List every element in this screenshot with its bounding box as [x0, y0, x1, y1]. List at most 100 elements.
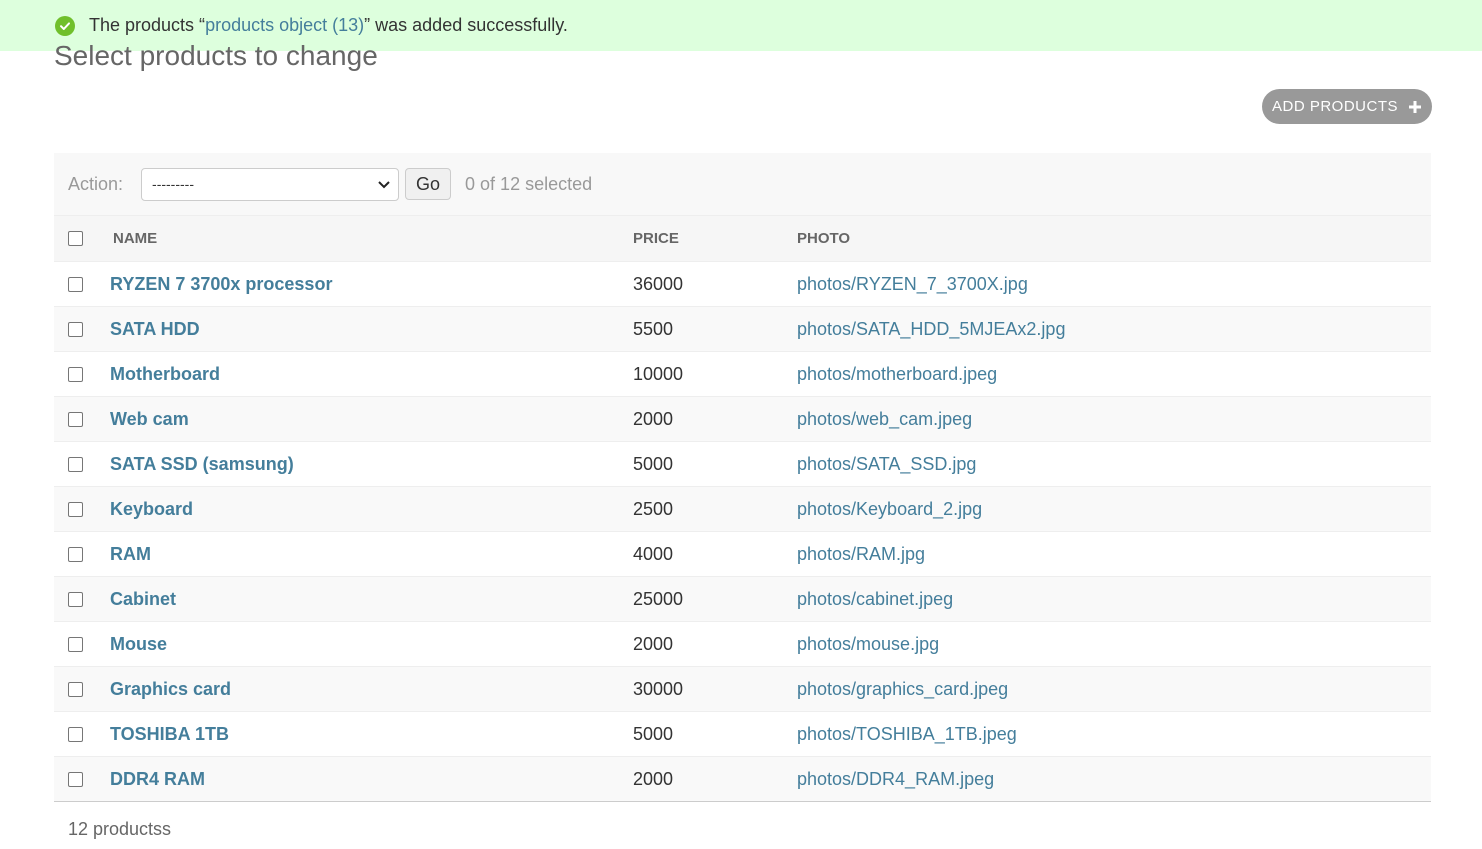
row-checkbox[interactable] — [68, 366, 83, 382]
product-photo-link[interactable]: photos/cabinet.jpeg — [797, 589, 953, 609]
product-photo-link[interactable]: photos/mouse.jpg — [797, 634, 939, 654]
table-row: RYZEN 7 3700x processor 36000 photos/RYZEN… — [54, 261, 1431, 307]
product-name-link[interactable]: Keyboard — [110, 499, 193, 519]
product-photo-link[interactable]: photos/TOSHIBA_1TB.jpeg — [797, 724, 1017, 744]
product-price: 2500 — [633, 498, 674, 519]
table-row: RAM 4000 photos/RAM.jpg — [54, 531, 1431, 577]
product-photo-link[interactable]: photos/web_cam.jpeg — [797, 409, 972, 429]
product-name-link[interactable]: Cabinet — [110, 589, 176, 609]
add-products-label: ADD PRODUCTS — [1271, 98, 1398, 115]
product-name-link[interactable]: Mouse — [110, 634, 167, 654]
product-photo-link[interactable]: photos/RAM.jpg — [797, 544, 925, 564]
product-price: 2000 — [633, 768, 674, 789]
row-checkbox[interactable] — [68, 501, 83, 517]
product-price: 10000 — [633, 363, 684, 384]
product-price: 4000 — [633, 543, 674, 564]
product-name-link[interactable]: Motherboard — [110, 364, 220, 384]
product-photo-link[interactable]: photos/SATA_SSD.jpg — [797, 454, 976, 474]
row-checkbox[interactable] — [68, 726, 83, 742]
table-header-row: NAME PRICE PHOTO — [54, 215, 1431, 262]
name-cell: Graphics card — [110, 666, 633, 712]
price-cell: 5500 — [633, 306, 797, 352]
row-checkbox[interactable] — [68, 456, 83, 472]
action-select[interactable]: --------- — [141, 167, 400, 201]
name-cell: Keyboard — [110, 486, 633, 532]
success-object-link[interactable]: products object (13) — [205, 15, 364, 36]
product-photo-link[interactable]: photos/RYZEN_7_3700X.jpg — [797, 274, 1028, 294]
product-photo-link[interactable]: photos/Keyboard_2.jpg — [797, 499, 982, 519]
photo-cell: photos/motherboard.jpeg — [797, 351, 1431, 397]
success-text-prefix: The products “ — [89, 15, 206, 35]
product-name-link[interactable]: Graphics card — [110, 679, 231, 699]
product-price: 2000 — [633, 408, 674, 429]
success-text-suffix: ” was added successfully. — [364, 15, 568, 35]
products-table: NAME PRICE PHOTO RYZEN 7 3700x processor… — [54, 215, 1431, 802]
row-select-cell — [54, 441, 110, 487]
price-cell: 2000 — [633, 621, 797, 667]
row-checkbox[interactable] — [68, 591, 83, 607]
table-row: SATA HDD 5500 photos/SATA_HDD_5MJEAx2.jpg — [54, 306, 1431, 352]
photo-cell: photos/TOSHIBA_1TB.jpeg — [797, 711, 1431, 757]
product-name-link[interactable]: RAM — [110, 544, 151, 564]
row-checkbox[interactable] — [68, 321, 83, 337]
table-row: TOSHIBA 1TB 5000 photos/TOSHIBA_1TB.jpeg — [54, 711, 1431, 757]
product-name-link[interactable]: SATA HDD — [110, 319, 200, 339]
product-photo-link[interactable]: photos/SATA_HDD_5MJEAx2.jpg — [797, 319, 1065, 339]
price-cell: 5000 — [633, 711, 797, 757]
product-price: 25000 — [633, 588, 684, 609]
page-title: Select products to change — [54, 40, 378, 71]
go-button[interactable]: Go — [405, 168, 452, 200]
action-label: Action: — [68, 173, 124, 194]
photo-cell: photos/web_cam.jpeg — [797, 396, 1431, 442]
name-cell: Motherboard — [110, 351, 633, 397]
row-select-cell — [54, 531, 110, 577]
photo-cell: photos/RYZEN_7_3700X.jpg — [797, 261, 1431, 307]
photo-cell: photos/mouse.jpg — [797, 621, 1431, 667]
photo-cell: photos/Keyboard_2.jpg — [797, 486, 1431, 532]
select-all-checkbox[interactable] — [68, 231, 83, 246]
product-photo-link[interactable]: photos/graphics_card.jpeg — [797, 679, 1008, 699]
row-checkbox[interactable] — [68, 681, 83, 697]
selection-counter: 0 of 12 selected — [465, 173, 593, 194]
price-cell: 10000 — [633, 351, 797, 397]
product-photo-link[interactable]: photos/DDR4_RAM.jpeg — [797, 769, 994, 789]
row-select-cell — [54, 756, 110, 802]
row-select-cell — [54, 666, 110, 712]
price-cell: 36000 — [633, 261, 797, 307]
row-select-cell — [54, 306, 110, 352]
row-select-cell — [54, 396, 110, 442]
product-name-link[interactable]: SATA SSD (samsung) — [110, 454, 294, 474]
row-checkbox[interactable] — [68, 411, 83, 427]
product-name-link[interactable]: RYZEN 7 3700x processor — [110, 274, 332, 294]
row-checkbox[interactable] — [68, 276, 83, 292]
product-name-link[interactable]: DDR4 RAM — [110, 769, 205, 789]
product-price: 30000 — [633, 678, 684, 699]
price-cell: 5000 — [633, 441, 797, 487]
column-header-price[interactable]: PRICE — [633, 215, 797, 262]
table-row: Graphics card 30000 photos/graphics_card.j… — [54, 666, 1431, 712]
product-photo-link[interactable]: photos/motherboard.jpeg — [797, 364, 997, 384]
row-checkbox[interactable] — [68, 636, 83, 652]
name-cell: SATA SSD (samsung) — [110, 441, 633, 487]
add-products-button[interactable]: ADD PRODUCTS — [1262, 89, 1432, 124]
photo-cell: photos/graphics_card.jpeg — [797, 666, 1431, 712]
photo-cell: photos/SATA_SSD.jpg — [797, 441, 1431, 487]
chevron-down-icon — [378, 176, 390, 192]
check-circle-icon — [55, 15, 75, 36]
name-cell: Cabinet — [110, 576, 633, 622]
product-name-link[interactable]: Web cam — [110, 409, 189, 429]
table-row: Web cam 2000 photos/web_cam.jpeg — [54, 396, 1431, 442]
photo-cell: photos/RAM.jpg — [797, 531, 1431, 577]
row-checkbox[interactable] — [68, 771, 83, 787]
name-cell: Web cam — [110, 396, 633, 442]
column-header-photo[interactable]: PHOTO — [797, 215, 1431, 262]
row-checkbox[interactable] — [68, 546, 83, 562]
row-select-cell — [54, 576, 110, 622]
table-row: Keyboard 2500 photos/Keyboard_2.jpg — [54, 486, 1431, 532]
price-cell: 25000 — [633, 576, 797, 622]
column-header-name[interactable]: NAME — [110, 215, 633, 262]
price-cell: 2000 — [633, 756, 797, 802]
product-name-link[interactable]: TOSHIBA 1TB — [110, 724, 229, 744]
row-select-cell — [54, 711, 110, 757]
price-cell: 30000 — [633, 666, 797, 712]
